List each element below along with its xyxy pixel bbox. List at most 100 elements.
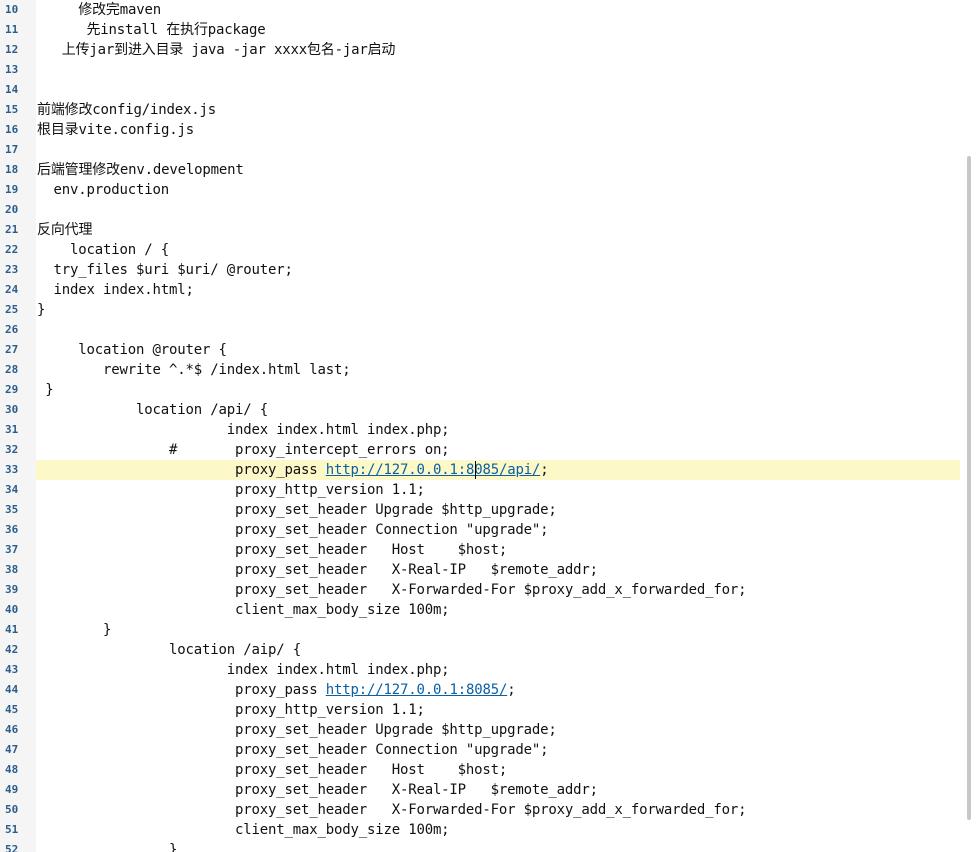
code-text[interactable]: location /aip/ { <box>37 640 301 660</box>
code-text[interactable]: } <box>37 380 53 400</box>
code-line[interactable]: 25} <box>0 300 960 320</box>
code-line[interactable]: 10 修改完maven <box>0 0 960 20</box>
line-number: 28 <box>5 363 19 376</box>
code-line[interactable]: 13 <box>0 60 960 80</box>
code-line[interactable]: 31 index index.html index.php; <box>0 420 960 440</box>
code-line[interactable]: 42 location /aip/ { <box>0 640 960 660</box>
line-number: 40 <box>5 603 19 616</box>
code-text[interactable]: rewrite ^.*$ /index.html last; <box>37 360 351 380</box>
code-text[interactable]: proxy_set_header Upgrade $http_upgrade; <box>37 500 557 520</box>
code-line[interactable]: 26 <box>0 320 960 340</box>
code-text[interactable]: location / { <box>37 240 169 260</box>
code-line[interactable]: 14 <box>0 80 960 100</box>
code-line[interactable]: 50 proxy_set_header X-Forwarded-For $pro… <box>0 800 960 820</box>
line-number: 47 <box>5 743 19 756</box>
code-line[interactable]: 37 proxy_set_header Host $host; <box>0 540 960 560</box>
code-text[interactable]: proxy_set_header Upgrade $http_upgrade; <box>37 720 557 740</box>
code-text[interactable]: proxy_set_header X-Real-IP $remote_addr; <box>37 560 598 580</box>
code-text[interactable]: 后端管理修改env.development <box>37 160 244 180</box>
url-link[interactable]: http://127.0.0.1:8085/api/ <box>326 462 541 478</box>
code-text[interactable]: proxy_set_header Connection "upgrade"; <box>37 520 549 540</box>
code-line[interactable]: 12 上传jar到进入目录 java -jar xxxx包名-jar启动 <box>0 40 960 60</box>
code-line[interactable]: 38 proxy_set_header X-Real-IP $remote_ad… <box>0 560 960 580</box>
code-line[interactable]: 27 location @router { <box>0 340 960 360</box>
line-number: 52 <box>5 843 19 852</box>
code-line[interactable]: 18 后端管理修改env.development <box>0 160 960 180</box>
code-line[interactable]: 20 <box>0 200 960 220</box>
code-text[interactable]: proxy_set_header X-Real-IP $remote_addr; <box>37 780 598 800</box>
code-text[interactable]: 根目录vite.config.js <box>37 120 194 140</box>
line-number: 35 <box>5 503 19 516</box>
code-text[interactable]: proxy_set_header X-Forwarded-For $proxy_… <box>37 580 747 600</box>
code-text[interactable]: 反向代理 <box>37 220 92 240</box>
code-text[interactable]: client_max_body_size 100m; <box>37 820 450 840</box>
line-number: 31 <box>5 423 19 436</box>
code-line[interactable]: 39 proxy_set_header X-Forwarded-For $pro… <box>0 580 960 600</box>
code-line[interactable]: 11 先install 在执行package <box>0 20 960 40</box>
vertical-scrollbar[interactable] <box>962 0 976 852</box>
code-line[interactable]: 23 try_files $uri $uri/ @router; <box>0 260 960 280</box>
line-number: 15 <box>5 103 19 116</box>
code-line[interactable]: 52 } <box>0 840 960 852</box>
code-text[interactable]: proxy_http_version 1.1; <box>37 700 425 720</box>
code-line[interactable]: 30 location /api/ { <box>0 400 960 420</box>
code-text[interactable]: proxy_pass http://127.0.0.1:8085/api/; <box>37 460 549 480</box>
code-line[interactable]: 46 proxy_set_header Upgrade $http_upgrad… <box>0 720 960 740</box>
code-text[interactable]: env.production <box>37 180 169 200</box>
code-lines[interactable]: 10 修改完maven 11 先install 在执行package 12 上传ja… <box>0 0 960 852</box>
code-text[interactable]: client_max_body_size 100m; <box>37 600 450 620</box>
code-text[interactable]: proxy_set_header Host $host; <box>37 760 507 780</box>
line-number: 36 <box>5 523 19 536</box>
url-link[interactable]: http://127.0.0.1:8085/ <box>326 682 508 698</box>
code-text[interactable]: 修改完maven <box>37 0 161 20</box>
code-line[interactable]: 48 proxy_set_header Host $host; <box>0 760 960 780</box>
code-line[interactable]: 16 根目录vite.config.js <box>0 120 960 140</box>
scrollbar-thumb[interactable] <box>967 156 971 820</box>
code-text[interactable]: } <box>37 300 45 320</box>
code-line[interactable]: 19 env.production <box>0 180 960 200</box>
code-line[interactable]: 41 } <box>0 620 960 640</box>
line-number: 49 <box>5 783 19 796</box>
code-text[interactable]: try_files $uri $uri/ @router; <box>37 260 292 280</box>
code-line[interactable]: 36 proxy_set_header Connection "upgrade"… <box>0 520 960 540</box>
code-line[interactable]: 15 前端修改config/index.js <box>0 100 960 120</box>
code-line[interactable]: 45 proxy_http_version 1.1; <box>0 700 960 720</box>
line-number: 33 <box>0 460 36 480</box>
code-line[interactable]: 29 } <box>0 380 960 400</box>
code-text[interactable]: proxy_set_header Host $host; <box>37 540 507 560</box>
code-line[interactable]: 21 反向代理 <box>0 220 960 240</box>
code-line[interactable]: 51 client_max_body_size 100m; <box>0 820 960 840</box>
code-text[interactable]: 先install 在执行package <box>37 20 265 40</box>
code-editor[interactable]: 10 修改完maven 11 先install 在执行package 12 上传ja… <box>0 0 976 852</box>
code-text[interactable]: location @router { <box>37 340 227 360</box>
code-text[interactable]: } <box>37 620 111 640</box>
code-text[interactable]: index index.html; <box>37 280 193 300</box>
code-text[interactable]: proxy_http_version 1.1; <box>37 480 425 500</box>
code-line[interactable]: 17 <box>0 140 960 160</box>
code-line[interactable]: 49 proxy_set_header X-Real-IP $remote_ad… <box>0 780 960 800</box>
code-text[interactable]: proxy_pass http://127.0.0.1:8085/; <box>37 680 516 700</box>
code-line[interactable]: 40 client_max_body_size 100m; <box>0 600 960 620</box>
line-number: 51 <box>5 823 19 836</box>
code-text[interactable]: # proxy_intercept_errors on; <box>37 440 450 460</box>
code-text[interactable]: proxy_set_header X-Forwarded-For $proxy_… <box>37 800 747 820</box>
code-text[interactable]: index index.html index.php; <box>37 660 450 680</box>
code-line[interactable]: 44 proxy_pass http://127.0.0.1:8085/; <box>0 680 960 700</box>
code-text[interactable]: 上传jar到进入目录 java -jar xxxx包名-jar启动 <box>37 40 396 60</box>
code-line[interactable]: 22 location / { <box>0 240 960 260</box>
code-line[interactable]: 47 proxy_set_header Connection "upgrade"… <box>0 740 960 760</box>
code-line[interactable]: 24 index index.html; <box>0 280 960 300</box>
code-line[interactable]: 34 proxy_http_version 1.1; <box>0 480 960 500</box>
code-line[interactable]: 33 proxy_pass http://127.0.0.1:8085/api/… <box>0 460 960 480</box>
code-line[interactable]: 32 # proxy_intercept_errors on; <box>0 440 960 460</box>
code-text[interactable]: proxy_set_header Connection "upgrade"; <box>37 740 549 760</box>
line-number: 26 <box>5 323 19 336</box>
code-text-before-link: proxy_pass <box>37 462 326 478</box>
code-line[interactable]: 35 proxy_set_header Upgrade $http_upgrad… <box>0 500 960 520</box>
code-text[interactable]: } <box>37 840 177 852</box>
code-text[interactable]: 前端修改config/index.js <box>37 100 216 120</box>
code-text[interactable]: location /api/ { <box>37 400 268 420</box>
code-line[interactable]: 28 rewrite ^.*$ /index.html last; <box>0 360 960 380</box>
code-text[interactable]: index index.html index.php; <box>37 420 450 440</box>
code-line[interactable]: 43 index index.html index.php; <box>0 660 960 680</box>
